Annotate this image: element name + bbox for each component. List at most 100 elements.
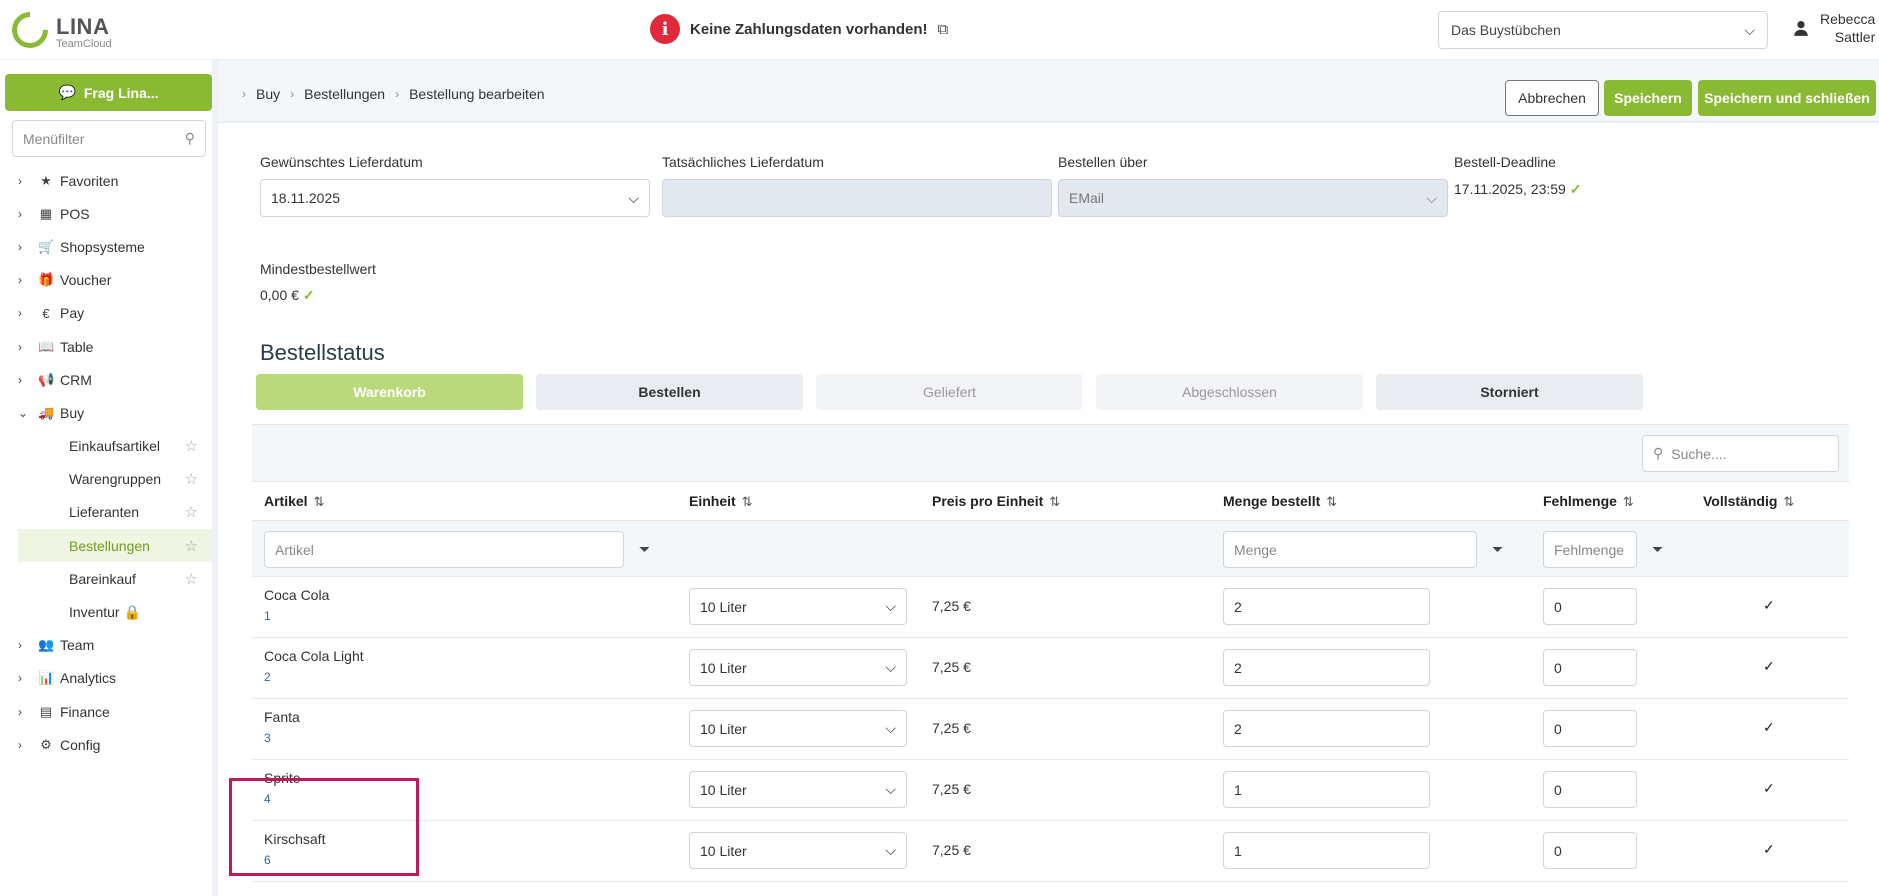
top-bar: LINA TeamCloud i Keine Zahlungsdaten vor… [0, 0, 1879, 60]
sidebar-item-table[interactable]: › 📖 Table [0, 330, 212, 363]
sidebar-subitem-bestellungen[interactable]: Bestellungen ☆ [18, 529, 212, 563]
sidebar-subitem-einkaufsartikel[interactable]: Einkaufsartikel ☆ [18, 430, 212, 463]
chevron-right-icon: › [290, 87, 295, 101]
sidebar-subitem-bareinkauf[interactable]: Bareinkauf ☆ [18, 562, 212, 595]
chevron-right-icon: › [18, 638, 22, 653]
table-search-input[interactable]: ⚲ Suche.... [1642, 435, 1839, 472]
unit-price: 7,25 € [932, 598, 971, 614]
complete-check-icon: ✓ [1763, 597, 1775, 613]
sidebar-subitem-label: Bestellungen [69, 537, 150, 554]
sidebar-subitem-inventur[interactable]: Inventur 🔒 [18, 595, 212, 628]
unit-select[interactable]: 10 Liter ⌵ [689, 649, 907, 686]
menu-filter-input[interactable]: Menüfilter ⚲ [12, 120, 206, 157]
desired-date-select[interactable]: 18.11.2025 ⌵ [260, 179, 650, 217]
star-outline-icon[interactable]: ☆ [185, 470, 198, 488]
sidebar-subitem-lieferanten[interactable]: Lieferanten ☆ [18, 496, 212, 529]
star-outline-icon[interactable]: ☆ [185, 537, 198, 555]
item-name: Coca Cola Light [264, 648, 364, 664]
user-menu[interactable]: Rebecca Sattler [1792, 10, 1875, 46]
search-icon: ⚲ [1653, 445, 1664, 461]
sidebar-item-voucher[interactable]: › 🎁 Voucher [0, 264, 212, 297]
item-number[interactable]: 1 [264, 609, 271, 623]
status-tab-bestellen[interactable]: Bestellen [536, 374, 803, 410]
breadcrumb-bestellungen[interactable]: Bestellungen [304, 86, 385, 102]
sidebar: 💬 Frag Lina... Menüfilter ⚲ › ★ Favoriten … [0, 60, 218, 896]
missing-input[interactable]: 0 [1543, 649, 1637, 686]
filter-icon[interactable]: ⏷ [1492, 541, 1503, 558]
filter-icon[interactable]: ⏷ [1652, 541, 1663, 558]
sidebar-item-finance[interactable]: › ▤ Finance [0, 695, 212, 728]
star-outline-icon[interactable]: ☆ [185, 570, 198, 588]
chevron-down-icon: ⌵ [1426, 189, 1437, 206]
header-artikel[interactable]: Artikel ⇅ [264, 493, 324, 510]
external-link-icon[interactable]: ⧉ [938, 21, 949, 38]
sidebar-item-analytics[interactable]: › 📊 Analytics [0, 662, 212, 695]
quantity-input[interactable]: 2 [1223, 710, 1430, 747]
status-tab-storniert[interactable]: Storniert [1376, 374, 1643, 410]
status-tab-warenkorb[interactable]: Warenkorb [256, 374, 523, 410]
chart-icon: 📊 [38, 670, 55, 686]
header-preis[interactable]: Preis pro Einheit ⇅ [932, 493, 1060, 510]
sidebar-subitem-label: Lieferanten [69, 504, 140, 521]
sort-icon: ⇅ [1783, 493, 1795, 509]
item-number[interactable]: 2 [264, 670, 271, 684]
filter-artikel-input[interactable]: Artikel [264, 531, 624, 568]
complete-check-icon: ✓ [1763, 719, 1775, 735]
sidebar-item-crm[interactable]: › 📢 CRM [0, 363, 212, 396]
sidebar-item-config[interactable]: › ⚙ Config [0, 728, 212, 761]
star-outline-icon[interactable]: ☆ [185, 503, 198, 521]
sidebar-item-pay[interactable]: › € Pay [0, 297, 212, 330]
breadcrumb-buy[interactable]: Buy [256, 86, 280, 102]
missing-input[interactable]: 0 [1543, 588, 1637, 625]
save-button[interactable]: Speichern [1604, 80, 1692, 116]
unit-select[interactable]: 10 Liter ⌵ [689, 832, 907, 869]
unit-select[interactable]: 10 Liter ⌵ [689, 771, 907, 808]
star-outline-icon[interactable]: ☆ [185, 437, 198, 455]
sidebar-item-label: Favoriten [60, 172, 119, 189]
unit-select[interactable]: 10 Liter ⌵ [689, 710, 907, 747]
header-menge[interactable]: Menge bestellt ⇅ [1223, 493, 1337, 510]
sidebar-item-buy[interactable]: ⌄ 🚚 Buy [0, 396, 212, 429]
header-einheit[interactable]: Einheit ⇅ [689, 493, 753, 510]
quantity-input[interactable]: 1 [1223, 832, 1430, 869]
status-tab-geliefert: Geliefert [816, 374, 1083, 410]
chevron-right-icon: › [18, 372, 22, 387]
table-row: Coca Cola 1 10 Liter ⌵ 7,25 € 2 0 ✓ [252, 577, 1849, 638]
breadcrumb: › Buy › Bestellungen › Bestellung bearbe… [242, 86, 545, 102]
filter-menge-input[interactable]: Menge [1223, 531, 1477, 568]
order-via-select: EMail ⌵ [1058, 179, 1448, 217]
header-fehlmenge[interactable]: Fehlmenge ⇅ [1543, 493, 1634, 510]
missing-input[interactable]: 0 [1543, 710, 1637, 747]
sidebar-item-label: Shopsysteme [60, 238, 145, 255]
missing-input[interactable]: 0 [1543, 832, 1637, 869]
sidebar-item-shopsysteme[interactable]: › 🛒 Shopsysteme [0, 230, 212, 263]
chevron-right-icon: › [18, 173, 22, 188]
lina-logo[interactable]: LINA TeamCloud [4, 4, 122, 56]
sidebar-item-pos[interactable]: › ▦ POS [0, 197, 212, 230]
missing-input[interactable]: 0 [1543, 771, 1637, 808]
filter-icon[interactable]: ⏷ [639, 541, 650, 558]
payment-alert[interactable]: i Keine Zahlungsdaten vorhanden! ⧉ [650, 14, 948, 44]
deadline-value-wrap: 17.11.2025, 23:59 ✓ [1454, 181, 1581, 198]
quantity-input[interactable]: 2 [1223, 588, 1430, 625]
sidebar-item-team[interactable]: › 👥 Team [0, 629, 212, 662]
logo-name: LINA [56, 14, 110, 39]
chevron-right-icon: › [242, 87, 246, 101]
sidebar-item-favoriten[interactable]: › ★ Favoriten [0, 164, 212, 197]
complete-check-icon: ✓ [1763, 658, 1775, 674]
sidebar-subitem-warengruppen[interactable]: Warengruppen ☆ [18, 463, 212, 496]
chat-icon: 💬 [58, 84, 76, 100]
save-and-close-button[interactable]: Speichern und schließen [1698, 80, 1876, 116]
cancel-button[interactable]: Abbrechen [1505, 80, 1599, 116]
quantity-input[interactable]: 1 [1223, 771, 1430, 808]
chevron-down-icon: ⌵ [885, 720, 896, 736]
cart-icon: 🛒 [38, 238, 55, 254]
unit-select[interactable]: 10 Liter ⌵ [689, 588, 907, 625]
venue-select[interactable]: Das Buystübchen ⌵ [1438, 11, 1768, 49]
filter-fehlmenge-input[interactable]: Fehlmenge [1543, 531, 1637, 568]
quantity-input[interactable]: 2 [1223, 649, 1430, 686]
header-vollstaendig[interactable]: Vollständig ⇅ [1703, 493, 1794, 510]
item-number[interactable]: 3 [264, 731, 271, 745]
ask-lina-button[interactable]: 💬 Frag Lina... [5, 74, 212, 111]
chevron-right-icon: › [18, 339, 22, 354]
